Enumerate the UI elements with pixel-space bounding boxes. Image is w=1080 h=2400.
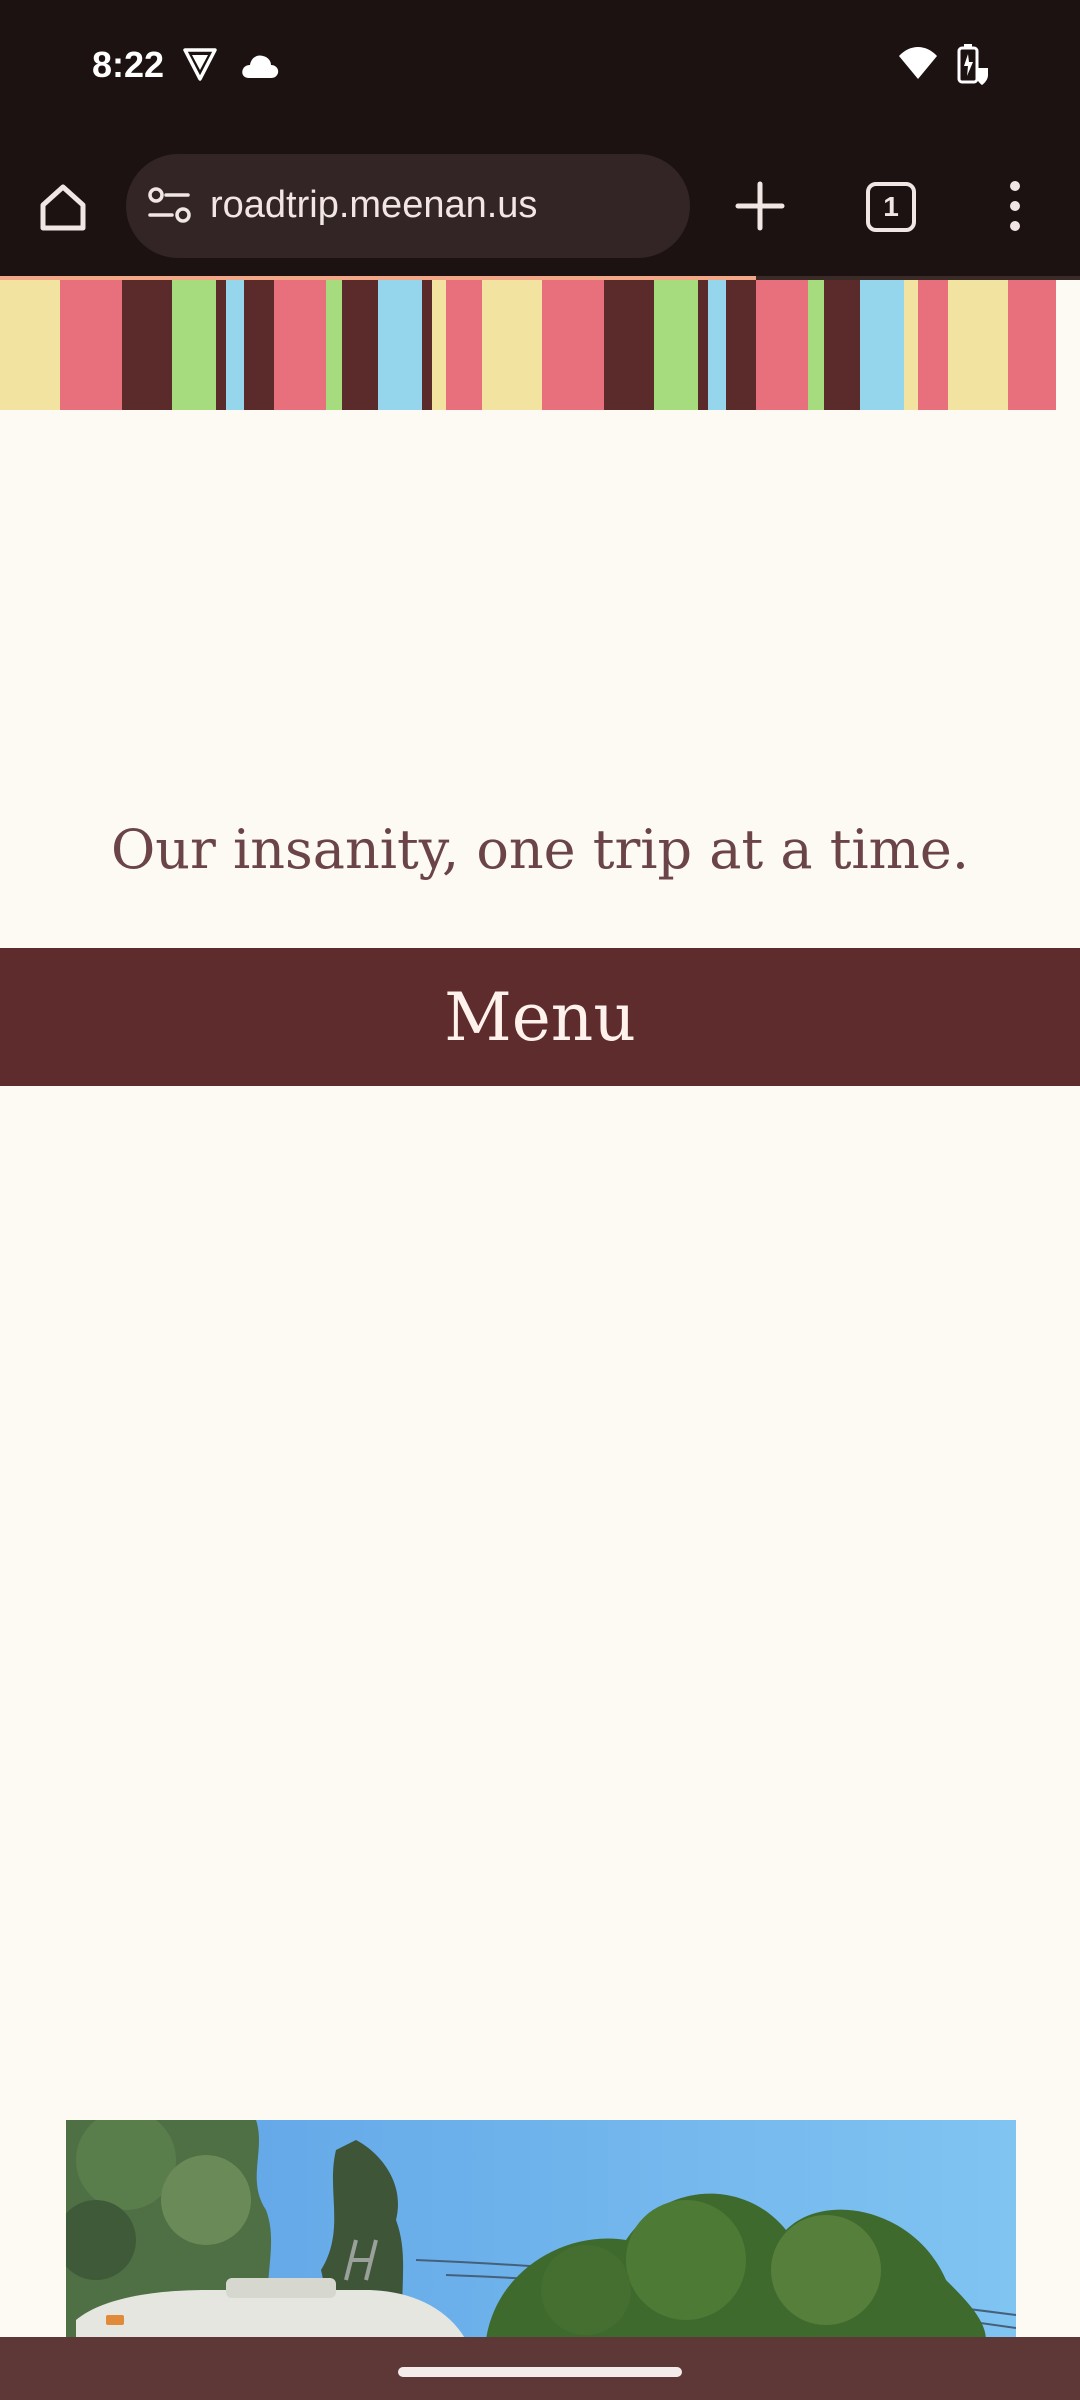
browser-toolbar: roadtrip.meenan.us 1 [0,140,1080,278]
browser-menu-button[interactable] [1000,176,1030,236]
stripe [432,280,446,410]
gesture-nav-bar [0,2337,1080,2400]
menu-toggle-button[interactable]: Menu [0,948,1080,1086]
wifi-icon [898,46,938,84]
stripe [446,280,482,410]
stripe [948,280,1008,410]
new-tab-button[interactable] [730,176,790,236]
stripe [0,280,60,410]
address-bar[interactable]: roadtrip.meenan.us [126,154,690,258]
stripe [378,280,422,410]
stripe [860,280,904,410]
stripe [482,280,542,410]
stripe [756,280,808,410]
gesture-handle[interactable] [398,2367,682,2377]
hero-photo [66,2120,1016,2340]
status-time: 8:22 [92,44,165,85]
tab-count: 1 [883,191,899,222]
stripe [698,280,708,410]
stripe [422,280,432,410]
stripe [726,280,756,410]
menu-label: Menu [444,978,636,1056]
battery-icon [956,44,990,90]
stripe [226,280,244,410]
stripe [216,280,226,410]
cloud-icon [240,52,280,84]
stripe [604,280,654,410]
home-button[interactable] [30,174,96,240]
more-vert-icon [1010,181,1020,231]
url-text: roadtrip.meenan.us [210,184,538,226]
plus-icon [735,181,785,231]
home-icon [40,184,86,231]
stripe [326,280,342,410]
site-tagline: Our insanity, one trip at a time. [110,818,970,881]
stripe [542,280,604,410]
stripe-banner [0,280,1080,410]
stripe [708,280,726,410]
stripe [274,280,326,410]
stripe [244,280,274,410]
vpn-shield-icon [182,46,218,86]
stripe [918,280,948,410]
stripe [808,280,824,410]
stripe [654,280,698,410]
stripe [904,280,918,410]
stripe [824,280,860,410]
tab-switcher-button[interactable]: 1 [866,182,916,232]
stripe [122,280,172,410]
stripe [342,280,378,410]
stripe [172,280,216,410]
site-settings-icon[interactable] [148,186,192,230]
stripe [1008,280,1056,410]
status-bar: 8:22 [0,0,1080,140]
stripe [60,280,122,410]
